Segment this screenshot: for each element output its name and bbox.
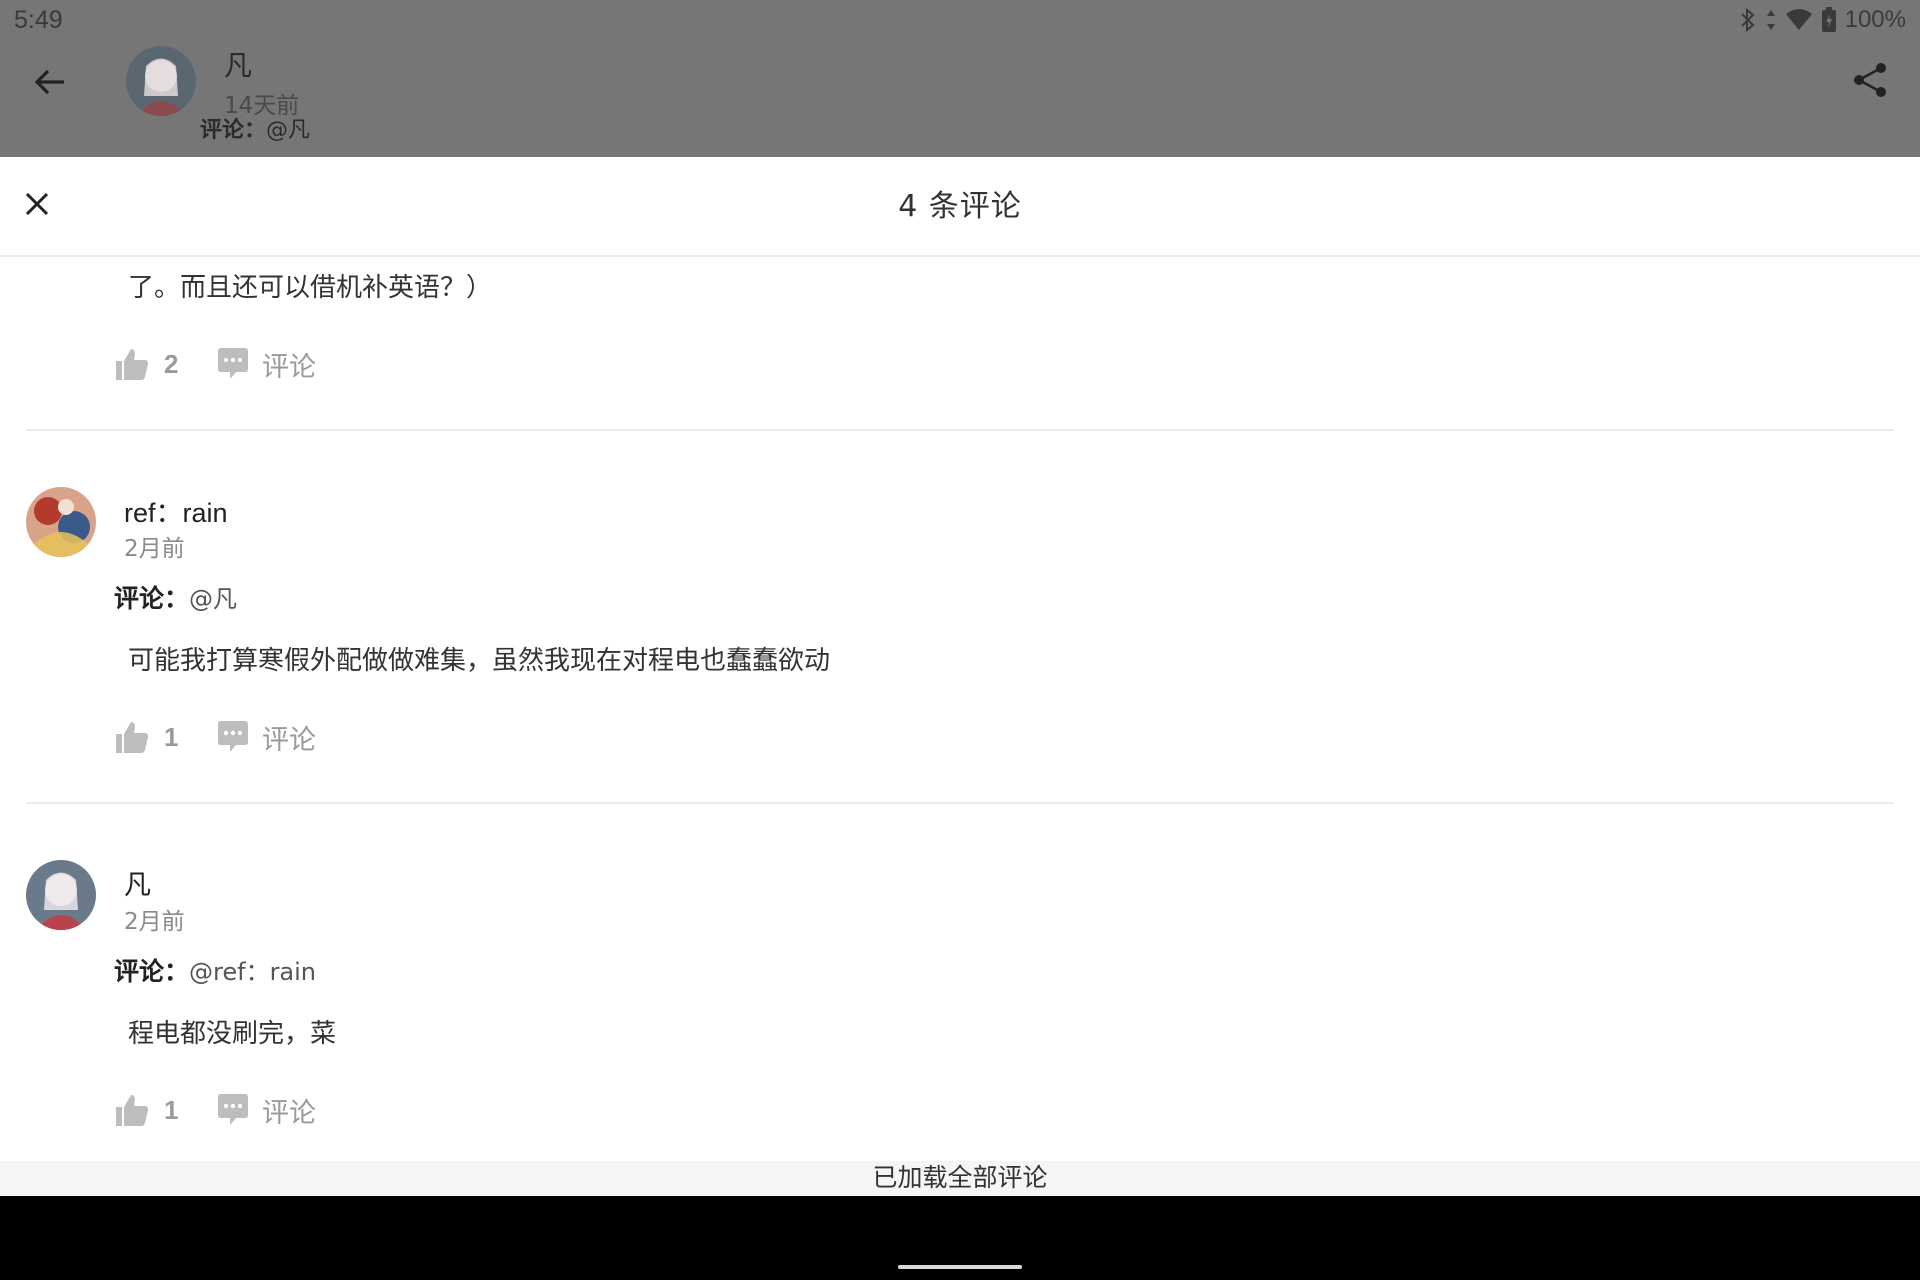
- divider: [26, 429, 1894, 431]
- comment-author[interactable]: ref：rain: [124, 491, 228, 530]
- thumbs-up-icon[interactable]: [114, 1092, 150, 1128]
- comment-bubble-icon[interactable]: [216, 347, 250, 381]
- share-button[interactable]: [1850, 60, 1890, 100]
- post-author-name: 凡: [224, 49, 253, 82]
- reply-to-label: 评论：: [200, 118, 267, 143]
- home-gesture-handle[interactable]: [898, 1265, 1022, 1269]
- comment-text: 程电都没刷完，菜: [128, 1019, 337, 1049]
- bluetooth-icon: [1740, 7, 1755, 33]
- status-time: 5:49: [14, 6, 63, 34]
- signal-arrows-icon: [1766, 10, 1775, 30]
- reply-to-mention[interactable]: @凡: [189, 585, 237, 613]
- reply-to-label: 评论：: [114, 957, 190, 986]
- share-icon: [1854, 63, 1886, 97]
- post-reply-to: 评论：@凡: [200, 112, 310, 144]
- like-count: 2: [164, 348, 179, 379]
- avatar-image: [26, 860, 96, 930]
- comment-author[interactable]: 凡: [124, 863, 151, 902]
- battery-percent: 100%: [1844, 6, 1906, 33]
- commenter-avatar[interactable]: [26, 487, 96, 557]
- wifi-icon: [1785, 9, 1812, 30]
- status-icons: 100%: [1739, 6, 1906, 34]
- background-page-header: 5:49 100% 凡 14天前 评论：@凡: [0, 0, 1920, 157]
- avatar-image: [26, 487, 96, 557]
- battery-icon: [1821, 7, 1836, 32]
- like-count: 1: [164, 1094, 179, 1125]
- arrow-left-icon: [34, 69, 64, 95]
- status-bar: 5:49 100%: [0, 0, 1920, 44]
- reply-to-mention[interactable]: @ref：rain: [189, 958, 316, 986]
- comment-text: 了。而且还可以借机补英语？）: [128, 273, 493, 303]
- like-count: 1: [164, 721, 179, 752]
- divider: [26, 802, 1894, 804]
- all-comments-loaded: 已加载全部评论: [0, 1161, 1920, 1196]
- comment-reply-to: 评论：@凡: [114, 579, 237, 615]
- comment-reply-to: 评论：@ref：rain: [114, 952, 316, 988]
- reply-to-label: 评论：: [114, 584, 190, 613]
- reply-button[interactable]: 评论: [262, 1091, 316, 1130]
- thumbs-up-icon[interactable]: [114, 346, 150, 382]
- comment-actions: 1 评论: [114, 715, 316, 759]
- reply-to-mention: @凡: [266, 118, 311, 143]
- comment-time: 2月前: [124, 909, 185, 935]
- comment-bubble-icon[interactable]: [216, 720, 250, 754]
- author-avatar[interactable]: [126, 46, 196, 116]
- back-button[interactable]: [30, 62, 70, 102]
- comment-actions: 2 评论: [114, 342, 316, 386]
- comments-sheet: 4 条评论 了。而且还可以借机补英语？） 2 评论 ref：rain 2月前 评…: [0, 157, 1920, 1196]
- commenter-avatar[interactable]: [26, 860, 96, 930]
- sheet-header: 4 条评论: [0, 157, 1920, 257]
- thumbs-up-icon[interactable]: [114, 719, 150, 755]
- comment-bubble-icon[interactable]: [216, 1093, 250, 1127]
- reply-button[interactable]: 评论: [262, 718, 316, 757]
- reply-button[interactable]: 评论: [262, 345, 316, 384]
- comment-text: 可能我打算寒假外配做做难集，虽然我现在对程电也蠢蠢欲动: [128, 646, 831, 676]
- sheet-title: 4 条评论: [898, 189, 1022, 224]
- comment-time: 2月前: [124, 536, 185, 562]
- comment-actions: 1 评论: [114, 1088, 316, 1132]
- avatar-image: [126, 46, 196, 116]
